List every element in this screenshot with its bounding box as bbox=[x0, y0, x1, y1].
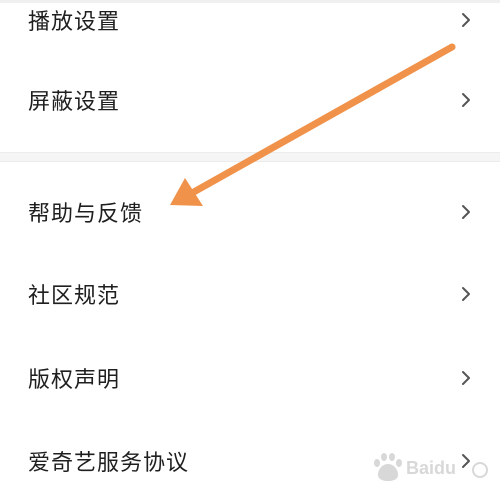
settings-item-label: 屏蔽设置 bbox=[28, 90, 121, 115]
settings-item-help-feedback[interactable]: 帮助与反馈 bbox=[0, 172, 500, 252]
settings-item-blocking[interactable]: 屏蔽设置 bbox=[0, 60, 500, 140]
baidu-watermark: Baidu bbox=[374, 453, 488, 481]
chevron-right-icon bbox=[462, 93, 470, 107]
settings-item-community-rules[interactable]: 社区规范 bbox=[0, 254, 500, 334]
settings-item-copyright[interactable]: 版权声明 bbox=[0, 338, 500, 418]
settings-item-label: 播放设置 bbox=[28, 10, 121, 35]
svg-text:Baidu: Baidu bbox=[406, 458, 456, 478]
settings-list: 播放设置 屏蔽设置 帮助与反馈 社区规范 版权声明 爱奇艺服务协议 bbox=[0, 0, 500, 494]
settings-item-label: 社区规范 bbox=[28, 284, 121, 309]
chevron-right-icon bbox=[462, 13, 470, 27]
section-divider bbox=[0, 152, 500, 162]
chevron-right-icon bbox=[462, 287, 470, 301]
chevron-right-icon bbox=[462, 205, 470, 219]
chevron-right-icon bbox=[462, 371, 470, 385]
settings-item-label: 版权声明 bbox=[28, 368, 121, 393]
settings-item-label: 爱奇艺服务协议 bbox=[28, 451, 190, 476]
settings-item-label: 帮助与反馈 bbox=[28, 202, 144, 227]
settings-item-playback[interactable]: 播放设置 bbox=[0, 0, 500, 60]
